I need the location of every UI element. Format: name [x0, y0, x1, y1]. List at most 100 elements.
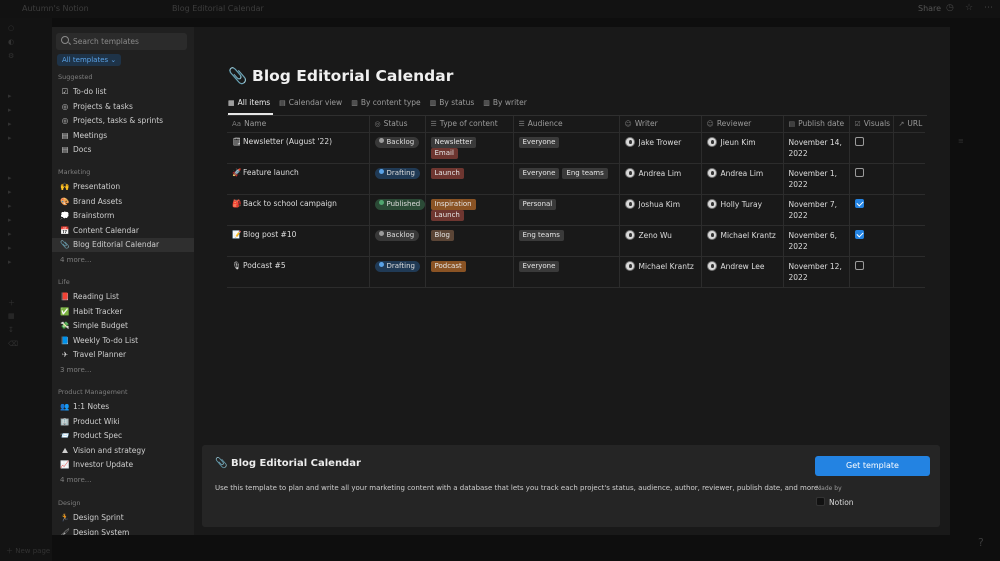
url-cell[interactable] [893, 194, 925, 226]
template-item[interactable]: ✈ Travel Planner [52, 348, 194, 362]
view-tab[interactable]: ▥ By writer [483, 98, 527, 107]
template-item[interactable]: 📘 Weekly To-do List [52, 334, 194, 348]
status-cell[interactable]: Drafting [369, 163, 426, 195]
sidebar-templates-icon[interactable]: ▦ [8, 312, 15, 320]
column-header[interactable]: Aa Name [227, 116, 370, 133]
template-search[interactable] [56, 33, 187, 50]
template-item[interactable]: 🙌 Presentation [52, 180, 194, 194]
reviewer-cell[interactable]: Andrew Lee [701, 256, 784, 288]
all-templates-filter[interactable]: All templates ⌄ [57, 54, 122, 66]
template-author[interactable]: Notion [816, 497, 854, 507]
visuals-checkbox[interactable] [854, 167, 864, 177]
sidebar-page-icon[interactable]: ▸ [8, 230, 12, 238]
template-item[interactable]: 🎨 Brand Assets [52, 195, 194, 209]
column-header[interactable]: ☰ Type of content [425, 116, 514, 133]
column-header[interactable]: ◎ Status [369, 116, 426, 133]
column-header[interactable]: ☑ Visuals [849, 116, 894, 133]
content-type-cell[interactable]: Blog [425, 225, 514, 257]
audience-cell[interactable]: Everyone Eng teams [513, 163, 620, 195]
sidebar-settings-icon[interactable]: ⚙ [8, 52, 14, 60]
column-header[interactable]: ▤ Publish date [783, 116, 850, 133]
template-item[interactable]: 🏢 Product Wiki [52, 415, 194, 429]
column-header[interactable]: ☺ Reviewer [701, 116, 784, 133]
show-more-link[interactable]: 3 more... [60, 366, 92, 374]
visuals-checkbox[interactable] [854, 260, 864, 270]
visuals-checkbox[interactable] [854, 198, 864, 208]
sidebar-page-icon[interactable]: ▸ [8, 258, 12, 266]
audience-cell[interactable]: Eng teams [513, 225, 620, 257]
show-more-link[interactable]: 4 more... [60, 476, 92, 484]
template-item[interactable]: 🏃 Design Sprint [52, 511, 194, 525]
sidebar-page-icon[interactable]: ▸ [8, 120, 12, 128]
sidebar-page-icon[interactable]: ▸ [8, 106, 12, 114]
column-header[interactable]: ☰ Audience [513, 116, 620, 133]
column-header[interactable]: ↗ URL [893, 116, 925, 133]
name-cell[interactable]: 🎒 Back to school campaign [227, 194, 370, 226]
visuals-checkbox[interactable] [854, 136, 864, 146]
template-item[interactable]: ◎ Projects & tasks [52, 100, 194, 114]
url-cell[interactable] [893, 256, 925, 288]
sidebar-updates-icon[interactable]: ◐ [8, 38, 14, 46]
template-item[interactable]: ✅ Habit Tracker [52, 305, 194, 319]
table-row[interactable]: 🎙Podcast #5 Drafting Podcast Everyone Michae… [227, 256, 925, 288]
table-row[interactable]: 📝 Blog post #10 Backlog Blog Eng teams Zeno W… [227, 225, 925, 257]
sidebar-page-icon[interactable]: ▸ [8, 188, 12, 196]
content-type-cell[interactable]: Podcast [425, 256, 514, 288]
template-item[interactable]: 📈 Investor Update [52, 458, 194, 472]
template-item[interactable]: ▤ Meetings [52, 129, 194, 143]
table-row[interactable]: 🗒Newsletter (August '22) Backlog Newslette… [227, 132, 925, 164]
more-icon[interactable]: ⋯ [984, 3, 993, 13]
view-tab[interactable]: ▥ By content type [351, 98, 420, 107]
audience-cell[interactable]: Everyone [513, 256, 620, 288]
writer-cell[interactable]: Jake Trower [619, 132, 702, 164]
template-item[interactable]: ☑ To-do list [52, 85, 194, 99]
name-cell[interactable]: 🚀 Feature launch [227, 163, 370, 195]
writer-cell[interactable]: Michael Krantz [619, 256, 702, 288]
workspace-name[interactable]: Autumn's Notion [22, 4, 89, 13]
publish-date-cell[interactable]: November 6, 2022 [783, 225, 850, 257]
template-item[interactable]: ◎ Projects, tasks & sprints [52, 114, 194, 128]
sidebar-create-icon[interactable]: ＋ [8, 298, 15, 308]
content-type-cell[interactable]: NewsletterEmail [425, 132, 514, 164]
sidebar-page-icon[interactable]: ▸ [8, 92, 12, 100]
template-search-input[interactable] [73, 35, 183, 48]
publish-date-cell[interactable]: November 12, 2022 [783, 256, 850, 288]
audience-cell[interactable]: Personal [513, 194, 620, 226]
template-item[interactable]: 💸 Simple Budget [52, 319, 194, 333]
writer-cell[interactable]: Joshua Kim [619, 194, 702, 226]
template-item[interactable]: 💭 Brainstorm [52, 209, 194, 223]
template-item[interactable]: 👥 1:1 Notes [52, 400, 194, 414]
writer-cell[interactable]: Zeno Wu [619, 225, 702, 257]
publish-date-cell[interactable]: November 14, 2022 [783, 132, 850, 164]
url-cell[interactable] [893, 225, 925, 257]
view-tab[interactable]: ▥ By status [430, 98, 475, 107]
publish-date-cell[interactable]: November 1, 2022 [783, 163, 850, 195]
sidebar-trash-icon[interactable]: ⌫ [8, 340, 18, 348]
template-item[interactable]: ⛰ Vision and strategy [52, 444, 194, 458]
audience-cell[interactable]: Everyone [513, 132, 620, 164]
column-header[interactable]: ☺ Writer [619, 116, 702, 133]
status-cell[interactable]: Published [369, 194, 426, 226]
new-page-button[interactable]: ＋ New page [6, 546, 50, 556]
status-cell[interactable]: Drafting [369, 256, 426, 288]
content-type-cell[interactable]: InspirationLaunch [425, 194, 514, 226]
template-item[interactable]: 📨 Product Spec [52, 429, 194, 443]
template-item[interactable]: 📎 Blog Editorial Calendar [52, 238, 194, 253]
sidebar-page-icon[interactable]: ▸ [8, 174, 12, 182]
name-cell[interactable]: 🗒Newsletter (August '22) [227, 132, 370, 164]
template-item[interactable]: 📅 Content Calendar [52, 224, 194, 238]
reviewer-cell[interactable]: Jieun Kim [701, 132, 784, 164]
view-tab[interactable]: ▦ All items [228, 98, 270, 107]
sidebar-import-icon[interactable]: ↧ [8, 326, 14, 334]
reviewer-cell[interactable]: Andrea Lim [701, 163, 784, 195]
sidebar-page-icon[interactable]: ▸ [8, 244, 12, 252]
writer-cell[interactable]: Andrea Lim [619, 163, 702, 195]
breadcrumb[interactable]: Blog Editorial Calendar [172, 4, 264, 13]
show-more-link[interactable]: 4 more... [60, 256, 92, 264]
get-template-button[interactable]: Get template [815, 456, 930, 476]
url-cell[interactable] [893, 163, 925, 195]
reviewer-cell[interactable]: Michael Krantz [701, 225, 784, 257]
table-row[interactable]: 🎒 Back to school campaign Published Inspira… [227, 194, 925, 226]
sidebar-page-icon[interactable]: ▸ [8, 202, 12, 210]
sidebar-page-icon[interactable]: ▸ [8, 134, 12, 142]
